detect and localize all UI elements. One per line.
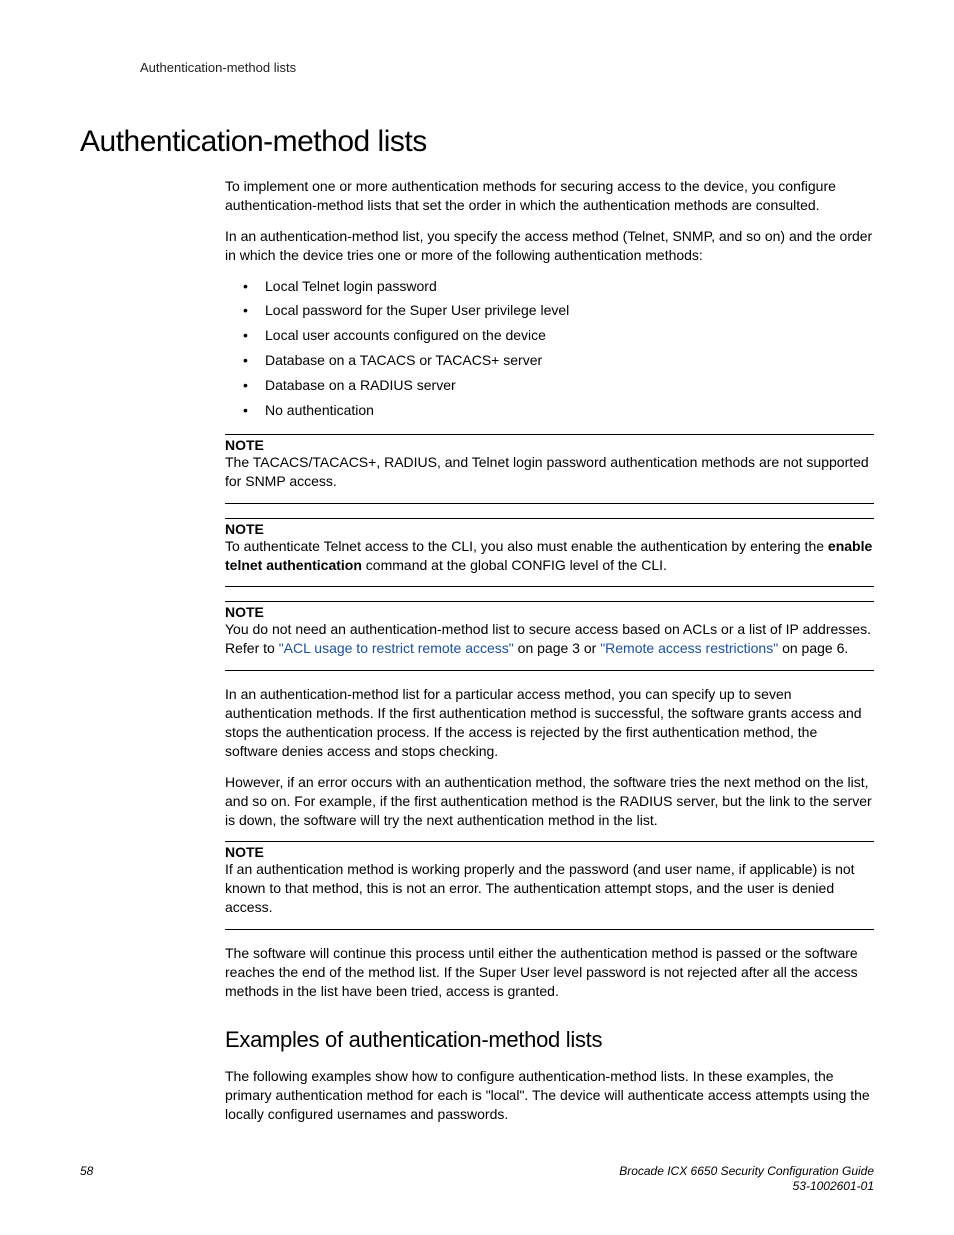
body-paragraph: However, if an error occurs with an auth… [225,773,874,830]
note-block-1: NOTE The TACACS/TACACS+, RADIUS, and Tel… [225,434,874,504]
document-title: Brocade ICX 6650 Security Configuration … [619,1164,874,1180]
heading-examples-of-auth-method-lists: Examples of authentication-method lists [225,1027,874,1053]
link-acl-usage[interactable]: "ACL usage to restrict remote access" [279,640,514,656]
link-remote-access-restrictions[interactable]: "Remote access restrictions" [600,640,778,656]
note-block-2: NOTE To authenticate Telnet access to th… [225,518,874,588]
note-text-mid: on page 3 or [514,640,600,656]
page-footer: 58 Brocade ICX 6650 Security Configurati… [80,1164,874,1195]
note-text-post: on page 6. [778,640,848,656]
note-block-3: NOTE You do not need an authentication-m… [225,601,874,671]
list-item: No authentication [243,401,874,420]
note-label: NOTE [225,521,874,537]
note-rule-bottom [225,586,874,587]
page-container: Authentication-method lists Authenticati… [0,0,954,1235]
note-label: NOTE [225,844,874,860]
note-rule-top [225,841,874,842]
note-text: To authenticate Telnet access to the CLI… [225,537,874,575]
note-rule-top [225,434,874,435]
note-rule-top [225,518,874,519]
note-text: You do not need an authentication-method… [225,620,874,658]
note-text: The TACACS/TACACS+, RADIUS, and Telnet l… [225,453,874,491]
note-label: NOTE [225,437,874,453]
note-rule-top [225,601,874,602]
intro-paragraph-2: In an authentication-method list, you sp… [225,227,874,265]
note-rule-bottom [225,503,874,504]
note-rule-bottom [225,670,874,671]
list-item: Local password for the Super User privil… [243,301,874,320]
document-info: Brocade ICX 6650 Security Configuration … [619,1164,874,1195]
body-paragraph: In an authentication-method list for a p… [225,685,874,761]
list-item: Database on a RADIUS server [243,376,874,395]
note-text-post: command at the global CONFIG level of th… [362,557,667,573]
body-paragraph: The following examples show how to confi… [225,1067,874,1124]
note-rule-bottom [225,929,874,930]
body-paragraph: The software will continue this process … [225,944,874,1001]
note-text: If an authentication method is working p… [225,860,874,917]
note-text-pre: To authenticate Telnet access to the CLI… [225,538,828,554]
list-item: Local Telnet login password [243,277,874,296]
auth-methods-list: Local Telnet login password Local passwo… [243,277,874,420]
list-item: Local user accounts configured on the de… [243,326,874,345]
note-label: NOTE [225,604,874,620]
body-column: To implement one or more authentication … [225,177,874,1124]
heading-authentication-method-lists: Authentication-method lists [80,125,874,159]
page-number: 58 [80,1164,93,1178]
list-item: Database on a TACACS or TACACS+ server [243,351,874,370]
document-id: 53-1002601-01 [619,1179,874,1195]
running-header: Authentication-method lists [140,60,874,75]
note-block-4: NOTE If an authentication method is work… [225,841,874,930]
intro-paragraph-1: To implement one or more authentication … [225,177,874,215]
